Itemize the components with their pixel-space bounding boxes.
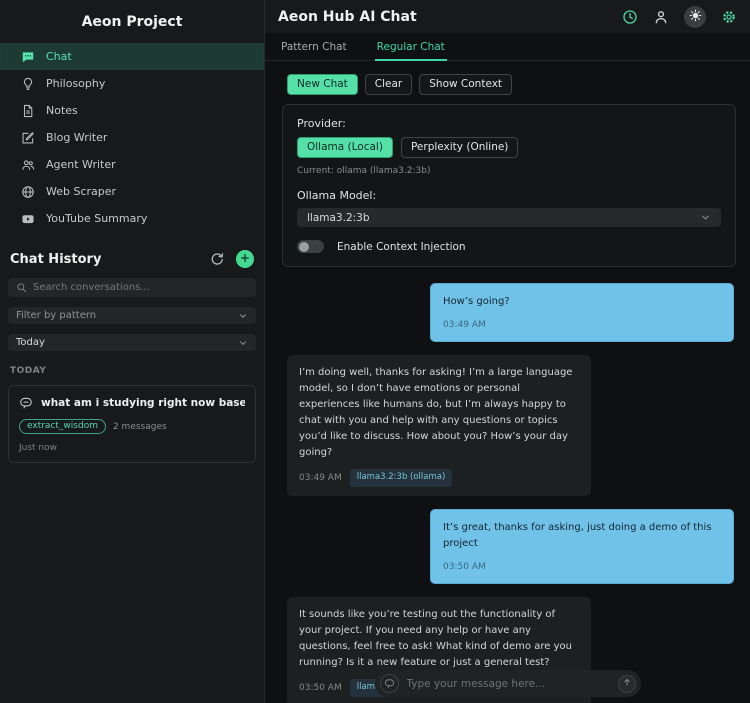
model-label: Ollama Model: (297, 189, 721, 202)
current-provider-text: Current: ollama (llama3.2:3b) (297, 166, 721, 176)
message-count: 2 messages (113, 422, 167, 432)
tab-pattern-chat[interactable]: Pattern Chat (279, 33, 349, 60)
chat-history-section: Chat History Filter by pattern (0, 250, 264, 463)
message-text: How’s going? (443, 294, 721, 310)
app-window: Aeon Project Chat Philosophy Notes (0, 0, 750, 703)
message-text: It sounds like you’re testing out the fu… (299, 607, 579, 671)
message-input[interactable] (407, 678, 610, 690)
assistant-message: I’m doing well, thanks for asking! I’m a… (287, 355, 591, 496)
arrow-up-icon (622, 677, 632, 690)
search-icon (16, 282, 27, 293)
sidebar-item-notes[interactable]: Notes (0, 97, 264, 124)
chevron-down-icon (238, 311, 248, 321)
provider-panel: Provider: Ollama (Local) Perplexity (Onl… (282, 104, 736, 267)
sidebar-item-label: Notes (46, 104, 78, 117)
sidebar-item-label: Philosophy (46, 77, 105, 90)
plus-icon (240, 253, 250, 266)
conversation-list-item[interactable]: what am i studying right now based on my… (8, 385, 256, 463)
conversation-time: Just now (19, 443, 245, 453)
date-filter-value: Today (16, 337, 45, 348)
lightbulb-icon (21, 77, 35, 91)
sidebar: Aeon Project Chat Philosophy Notes (0, 0, 265, 703)
comment-icon (19, 396, 33, 410)
edit-icon (21, 131, 35, 145)
message-text: It’s great, thanks for asking, just doin… (443, 520, 721, 552)
pattern-filter-select[interactable]: Filter by pattern (8, 307, 256, 324)
main-header: Aeon Hub AI Chat (265, 0, 750, 33)
message-composer (375, 670, 641, 697)
sidebar-item-label: Chat (46, 50, 72, 63)
main-panel: Aeon Hub AI Chat Pattern Chat (265, 0, 750, 703)
search-input[interactable] (8, 278, 256, 297)
page-title: Aeon Hub AI Chat (278, 9, 622, 25)
chat-history-title: Chat History (10, 252, 209, 267)
sidebar-item-label: Web Scraper (46, 185, 116, 198)
new-chat-button[interactable]: New Chat (287, 74, 358, 95)
sidebar-item-chat[interactable]: Chat (0, 43, 264, 70)
chat-bubble-icon (380, 674, 399, 693)
settings-gear-icon[interactable] (721, 9, 737, 25)
date-filter-select[interactable]: Today (8, 334, 256, 351)
history-clock-icon[interactable] (622, 9, 638, 25)
user-message: How’s going? 03:49 AM (430, 283, 734, 342)
model-select-value: llama3.2:3b (307, 212, 370, 224)
message-time: 03:49 AM (299, 471, 342, 485)
chat-icon (21, 50, 35, 64)
model-badge: llama3.2:3b (ollama) (350, 469, 453, 487)
context-injection-toggle[interactable] (297, 240, 324, 253)
chat-content: New Chat Clear Show Context Provider: Ol… (265, 61, 750, 703)
user-profile-icon[interactable] (653, 9, 669, 25)
user-message: It’s great, thanks for asking, just doin… (430, 509, 734, 584)
sidebar-item-philosophy[interactable]: Philosophy (0, 70, 264, 97)
notes-icon (21, 104, 35, 118)
new-conversation-button[interactable] (236, 250, 254, 268)
sidebar-item-label: Agent Writer (46, 158, 116, 171)
sun-icon (689, 9, 702, 25)
sidebar-item-blog-writer[interactable]: Blog Writer (0, 124, 264, 151)
message-time: 03:50 AM (443, 560, 721, 574)
app-title: Aeon Project (0, 6, 264, 43)
provider-perplexity-button[interactable]: Perplexity (Online) (401, 137, 518, 158)
message-time: 03:50 AM (299, 681, 342, 695)
tab-regular-chat[interactable]: Regular Chat (375, 33, 447, 60)
sidebar-item-label: Blog Writer (46, 131, 107, 144)
pattern-filter-value: Filter by pattern (16, 310, 96, 321)
show-context-button[interactable]: Show Context (419, 74, 512, 95)
pattern-badge: extract_wisdom (19, 419, 106, 434)
sidebar-item-agent-writer[interactable]: Agent Writer (0, 151, 264, 178)
youtube-icon (21, 212, 35, 226)
globe-icon (21, 185, 35, 199)
message-time: 03:49 AM (443, 318, 721, 332)
chevron-down-icon (700, 212, 711, 223)
message-list: How’s going? 03:49 AM I’m doing well, th… (287, 283, 734, 703)
sidebar-item-web-scraper[interactable]: Web Scraper (0, 178, 264, 205)
chevron-down-icon (238, 338, 248, 348)
history-group-label: TODAY (10, 366, 254, 376)
provider-ollama-button[interactable]: Ollama (Local) (297, 137, 393, 158)
model-select[interactable]: llama3.2:3b (297, 208, 721, 227)
conversation-title: what am i studying right now based on my… (41, 397, 245, 409)
chat-mode-tabs: Pattern Chat Regular Chat (265, 33, 750, 61)
context-injection-label: Enable Context Injection (337, 241, 466, 253)
toggle-knob (299, 242, 309, 252)
users-icon (21, 158, 35, 172)
sidebar-item-youtube-summary[interactable]: YouTube Summary (0, 205, 264, 232)
sidebar-nav: Chat Philosophy Notes Blog Writer (0, 43, 264, 232)
send-button[interactable] (618, 675, 636, 693)
theme-toggle-button[interactable] (684, 6, 706, 28)
refresh-icon[interactable] (209, 251, 225, 267)
sidebar-item-label: YouTube Summary (46, 212, 147, 225)
chat-actions: New Chat Clear Show Context (287, 74, 737, 95)
message-text: I’m doing well, thanks for asking! I’m a… (299, 365, 579, 461)
clear-button[interactable]: Clear (365, 74, 412, 95)
provider-label: Provider: (297, 117, 721, 130)
